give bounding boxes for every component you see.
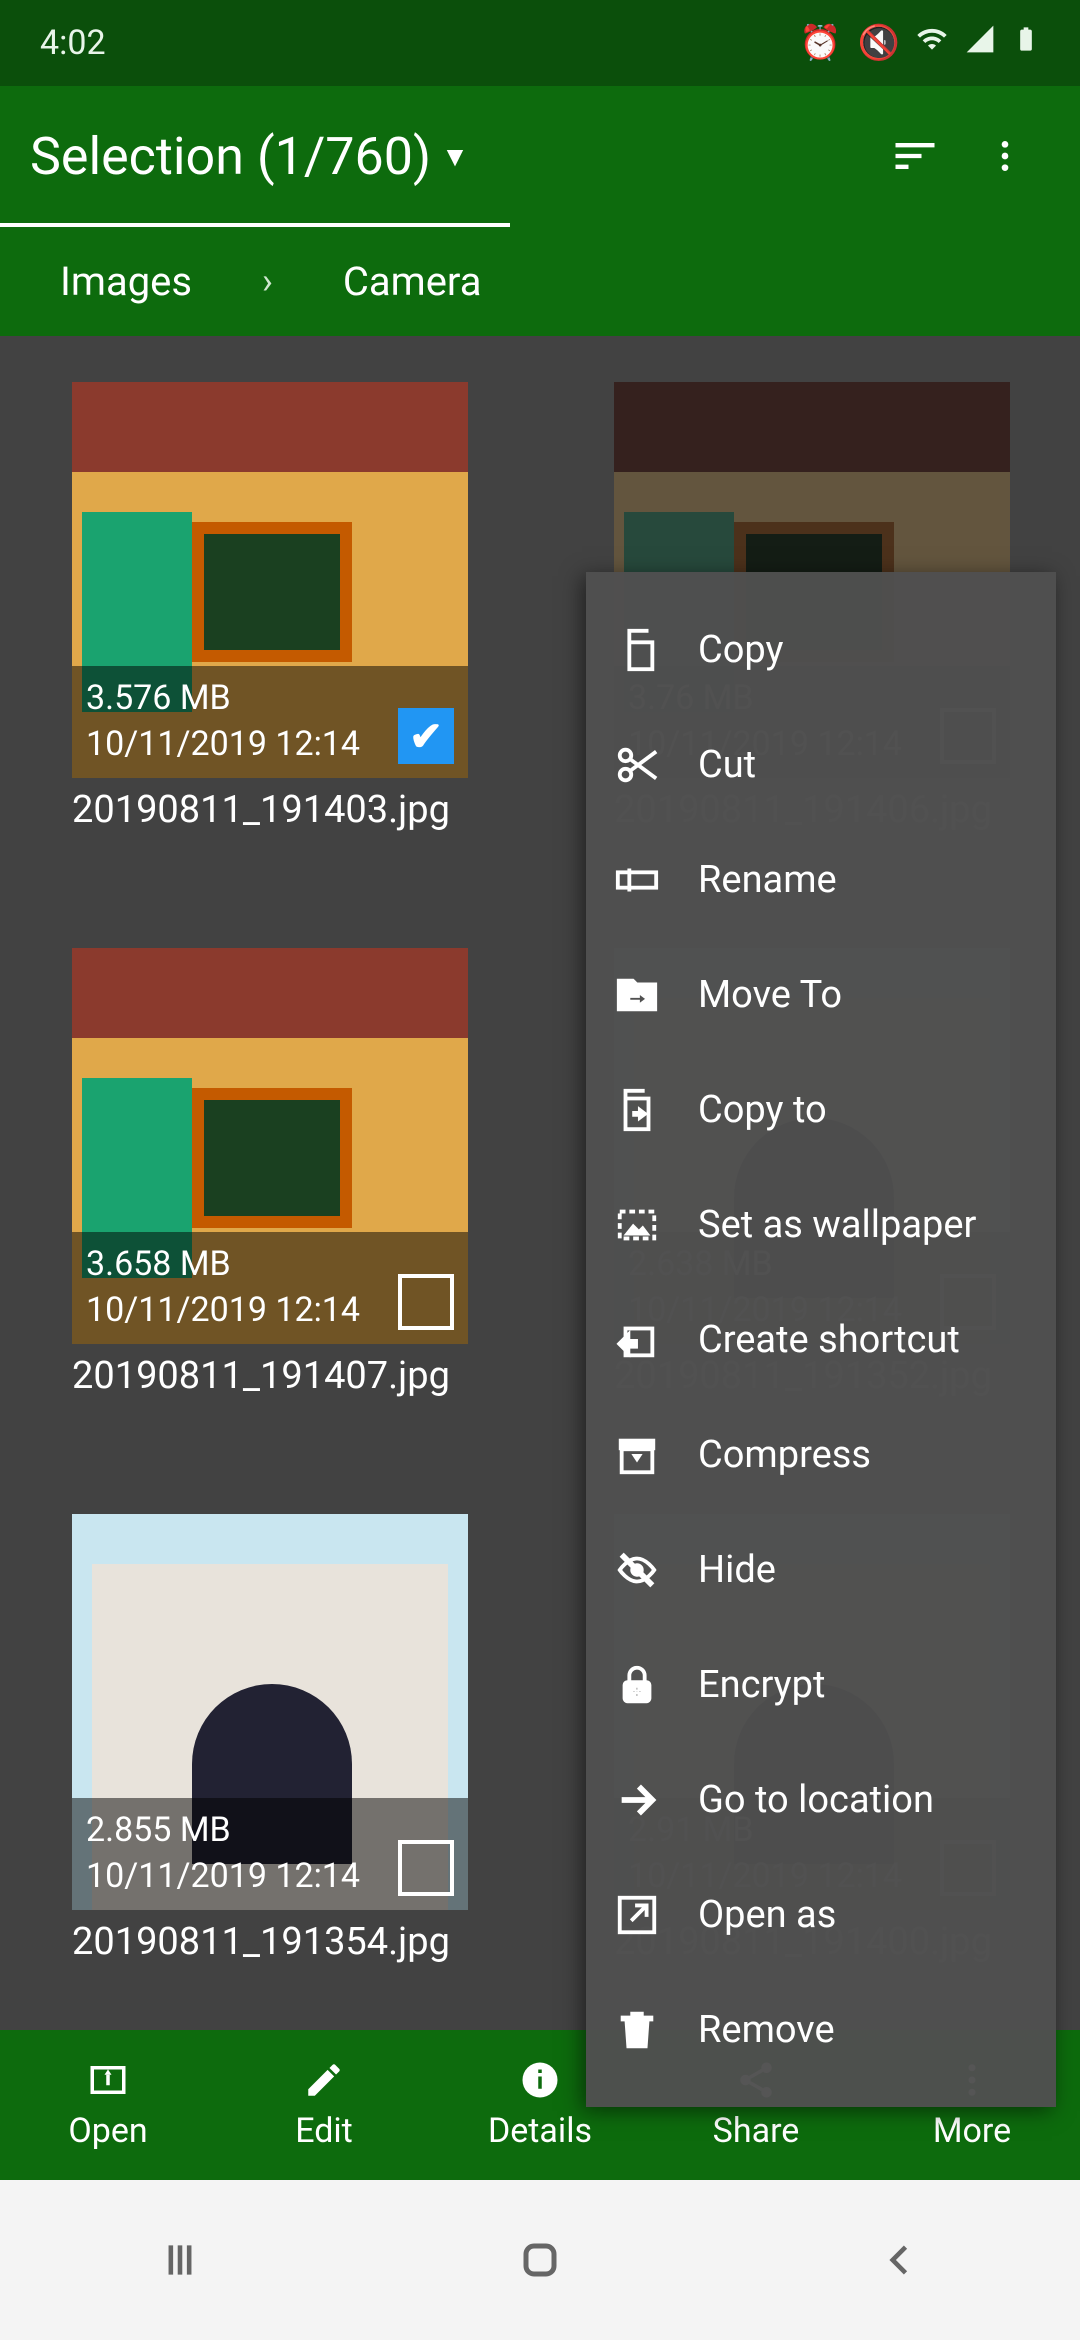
- open-button[interactable]: Open: [0, 2030, 216, 2180]
- system-nav-bar: [0, 2180, 1080, 2340]
- details-label: Details: [488, 2111, 592, 2151]
- folder-arrow-icon: [614, 972, 660, 1018]
- rename-icon: [614, 857, 660, 903]
- ctx-label: Set as wallpaper: [698, 1203, 976, 1247]
- status-icons: ⏰ 🔇: [799, 23, 1040, 64]
- copy-icon: [614, 627, 660, 673]
- ctx-hide[interactable]: Hide: [586, 1512, 1056, 1627]
- ctx-label: Create shortcut: [698, 1318, 960, 1362]
- copy-to-icon: [614, 1087, 660, 1133]
- ctx-encrypt[interactable]: + Encrypt: [586, 1627, 1056, 1742]
- signal-icon: [964, 23, 996, 64]
- selection-title-label: Selection (1/760): [30, 126, 431, 187]
- ctx-label: Copy: [698, 628, 784, 672]
- ctx-move-to[interactable]: Move To: [586, 937, 1056, 1052]
- selection-checkbox[interactable]: [398, 1840, 454, 1896]
- dropdown-triangle-icon: ▼: [441, 140, 469, 173]
- image-tile[interactable]: 2.855 MB 10/11/2019 12:14 20190811_19135…: [72, 1514, 468, 1964]
- chevron-right-icon: ›: [262, 260, 273, 302]
- ctx-cut[interactable]: Cut: [586, 707, 1056, 822]
- svg-text:+: +: [632, 1680, 642, 1703]
- sort-button[interactable]: [870, 111, 960, 201]
- ctx-go-to-location[interactable]: Go to location: [586, 1742, 1056, 1857]
- battery-icon: [1012, 23, 1040, 64]
- ctx-label: Remove: [698, 2008, 835, 2052]
- thumbnail[interactable]: 3.576 MB 10/11/2019 12:14: [72, 382, 468, 778]
- filename-label: 20190811_191403.jpg: [72, 788, 468, 832]
- breadcrumb-root[interactable]: Images: [60, 258, 192, 305]
- ctx-open-as[interactable]: Open as: [586, 1857, 1056, 1972]
- filename-label: 20190811_191407.jpg: [72, 1354, 468, 1398]
- ctx-label: Open as: [698, 1893, 836, 1937]
- edit-button[interactable]: Edit: [216, 2030, 432, 2180]
- ctx-label: Compress: [698, 1433, 871, 1477]
- share-label: Share: [713, 2111, 800, 2151]
- ctx-label: Rename: [698, 858, 837, 902]
- shortcut-icon: [614, 1317, 660, 1363]
- ctx-copy-to[interactable]: Copy to: [586, 1052, 1056, 1167]
- more-label: More: [933, 2111, 1011, 2151]
- wifi-icon: [916, 23, 948, 64]
- ctx-rename[interactable]: Rename: [586, 822, 1056, 937]
- selection-checkbox[interactable]: [398, 708, 454, 764]
- arrow-right-icon: [614, 1777, 660, 1823]
- overflow-menu-button[interactable]: [960, 111, 1050, 201]
- ctx-copy[interactable]: Copy: [586, 592, 1056, 707]
- ctx-remove[interactable]: Remove: [586, 1972, 1056, 2087]
- ctx-label: Hide: [698, 1548, 776, 1592]
- ctx-label: Go to location: [698, 1778, 934, 1822]
- context-menu: Copy Cut Rename Move To Copy to Set as w…: [586, 572, 1056, 2107]
- mute-icon: 🔇: [858, 23, 900, 63]
- filename-label: 20190811_191354.jpg: [72, 1920, 468, 1964]
- app-bar: Selection (1/760) ▼: [0, 86, 1080, 226]
- ctx-create-shortcut[interactable]: Create shortcut: [586, 1282, 1056, 1397]
- eye-off-icon: [614, 1547, 660, 1593]
- nav-back[interactable]: [800, 2220, 1000, 2300]
- ctx-label: Cut: [698, 743, 756, 787]
- image-icon: [614, 1202, 660, 1248]
- title-underline: [0, 223, 510, 227]
- ctx-set-wallpaper[interactable]: Set as wallpaper: [586, 1167, 1056, 1282]
- info-icon: [519, 2059, 561, 2101]
- ctx-compress[interactable]: Compress: [586, 1397, 1056, 1512]
- open-external-icon: [614, 1892, 660, 1938]
- nav-home[interactable]: [440, 2220, 640, 2300]
- ctx-label: Move To: [698, 973, 842, 1017]
- archive-icon: [614, 1432, 660, 1478]
- trash-icon: [614, 2007, 660, 2053]
- open-icon: [87, 2059, 129, 2101]
- lock-icon: +: [614, 1662, 660, 1708]
- selection-checkbox[interactable]: [398, 1274, 454, 1330]
- image-tile[interactable]: 3.658 MB 10/11/2019 12:14 20190811_19140…: [72, 948, 468, 1398]
- status-bar: 4:02 ⏰ 🔇: [0, 0, 1080, 86]
- nav-recents[interactable]: [80, 2220, 280, 2300]
- ctx-label: Copy to: [698, 1088, 827, 1132]
- ctx-label: Encrypt: [698, 1663, 825, 1707]
- scissors-icon: [614, 742, 660, 788]
- breadcrumb: Images › Camera: [0, 226, 1080, 336]
- thumbnail[interactable]: 3.658 MB 10/11/2019 12:14: [72, 948, 468, 1344]
- pencil-icon: [303, 2059, 345, 2101]
- alarm-icon: ⏰: [799, 23, 841, 63]
- edit-label: Edit: [295, 2111, 353, 2151]
- breadcrumb-current[interactable]: Camera: [343, 258, 482, 305]
- selection-title[interactable]: Selection (1/760) ▼: [30, 126, 870, 187]
- open-label: Open: [68, 2111, 147, 2151]
- status-time: 4:02: [40, 23, 106, 63]
- thumbnail[interactable]: 2.855 MB 10/11/2019 12:14: [72, 1514, 468, 1910]
- image-tile[interactable]: 3.576 MB 10/11/2019 12:14 20190811_19140…: [72, 382, 468, 832]
